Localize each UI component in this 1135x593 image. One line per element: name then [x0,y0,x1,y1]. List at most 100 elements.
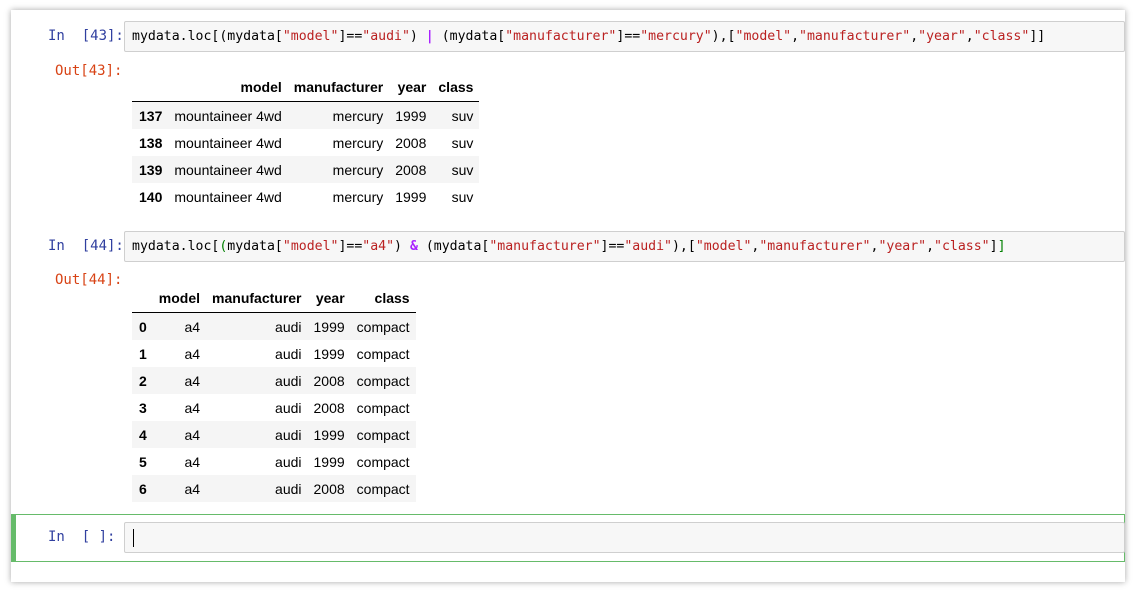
input-prompt: In [ ]: [48,529,116,545]
code-text: mydata.loc[(mydata["model"]=="a4") & (my… [132,239,1006,254]
code-token: ),[ [711,29,736,44]
column-header: class [432,73,480,102]
code-token: "mercury" [640,29,712,44]
table-cell: audi [275,480,302,497]
row-index: 1 [139,345,147,362]
index-header [132,73,169,102]
table-cell: mercury [332,107,384,124]
table-cell: 1999 [313,345,345,362]
table-cell: compact [356,399,410,416]
table-cell: a4 [184,426,201,443]
code-text: mydata.loc[(mydata[ "model" ]== "audi") | (… [132,29,1045,44]
table-cell: mountaineer 4wd [174,107,282,124]
input-prompt: In [44]: [48,238,124,254]
table-row: 5 a4 audi 1999 compact [132,448,416,475]
table-cell: mercury [332,161,384,178]
table-row: 3 a4 audi 2008 compact [132,394,416,421]
code-token: "manufacturer" [799,29,911,44]
table-cell: compact [356,426,410,443]
code-token: "audi" [362,29,410,44]
table-header-row: model manufacturer year class [132,284,416,313]
table-cell: mountaineer 4wd [174,134,282,151]
row-index: 0 [139,318,147,335]
row-index: 4 [139,426,147,443]
table-row: 138 mountaineer 4wd mercury 2008 suv [132,129,479,156]
table-cell: audi [275,426,302,443]
table-cell: a4 [184,399,201,416]
table-cell: 2008 [395,161,427,178]
code-token: mydata.loc[(mydata[ [132,29,283,44]
column-header: year [389,73,433,102]
table-cell: a4 [184,453,201,470]
table-cell: suv [451,188,474,205]
code-input[interactable]: mydata.loc[(mydata["model"]=="a4") & (my… [124,231,1125,262]
column-header: year [307,284,351,313]
table-row: 1 a4 audi 1999 compact [132,340,416,367]
code-token: ]== [600,239,625,254]
code-token: ),[ [671,239,696,254]
code-token: (mydata[ [417,239,490,254]
column-header: model [152,284,207,313]
text-cursor [133,529,134,547]
code-token: ]] [1029,29,1046,44]
output-prompt: Out[44]: [55,272,123,288]
dataframe-output: model manufacturer year class 0 a4 audi 1999 co… [132,284,416,502]
code-token: "manufacturer" [759,239,871,254]
row-index: 138 [139,134,163,151]
code-token: "class" [973,29,1030,44]
table-row: 140 mountaineer 4wd mercury 1999 suv [132,183,479,210]
code-token: "audi" [624,239,672,254]
code-token: "manufacturer" [489,239,601,254]
dataframe-output: model manufacturer year class 137 mountainee… [132,73,480,210]
table-cell: 2008 [395,134,427,151]
code-token: , [926,239,935,254]
table-cell: audi [275,372,302,389]
code-token: & [409,239,418,254]
code-token: | [425,29,434,44]
code-token: "manufacturer" [505,29,617,44]
table-cell: audi [275,345,302,362]
column-header: manufacturer [287,73,390,102]
output-prompt: Out[43]: [55,63,123,79]
table-cell: a4 [184,318,201,335]
code-token: "a4" [362,239,395,254]
row-index: 5 [139,453,147,470]
code-token: ]== [338,239,363,254]
index-header [132,284,153,313]
code-input[interactable]: mydata.loc[(mydata[ "model" ]== "audi") | (… [124,21,1125,52]
table-cell: audi [275,318,302,335]
table-cell: 1999 [313,318,345,335]
table-row: 4 a4 audi 1999 compact [132,421,416,448]
code-token: mydata.loc[ [132,239,220,254]
row-index: 139 [139,161,163,178]
table-row: 6 a4 audi 2008 compact [132,475,416,502]
table-row: 137 mountaineer 4wd mercury 1999 suv [132,101,480,129]
code-token: "year" [918,29,966,44]
table-cell: 1999 [313,426,345,443]
code-input-empty[interactable] [124,522,1125,553]
table-cell: a4 [184,480,201,497]
table-header-row: model manufacturer year class [132,73,480,102]
table-cell: 1999 [313,453,345,470]
row-index: 3 [139,399,147,416]
table-cell: a4 [184,372,201,389]
table-cell: audi [275,399,302,416]
table-cell: mountaineer 4wd [174,188,282,205]
code-token: "model" [282,239,339,254]
code-token: mydata[ [227,239,283,254]
code-token: ) [409,29,426,44]
code-token: ]== [616,29,641,44]
table-cell: suv [451,134,474,151]
table-cell: compact [356,480,410,497]
column-header: class [350,284,416,313]
code-token: "model" [735,29,792,44]
table-cell: compact [356,318,410,335]
table-cell: 1999 [395,188,427,205]
table-cell: a4 [184,345,201,362]
code-cell-empty-selected[interactable]: In [ ]: [11,514,1125,562]
table-cell: 1999 [395,107,427,124]
notebook-container: In [43]: mydata.loc[(mydata["model"]=="a… [11,10,1125,582]
input-prompt: In [43]: [48,28,124,44]
code-token: (mydata[ [433,29,506,44]
table-cell: compact [356,345,410,362]
